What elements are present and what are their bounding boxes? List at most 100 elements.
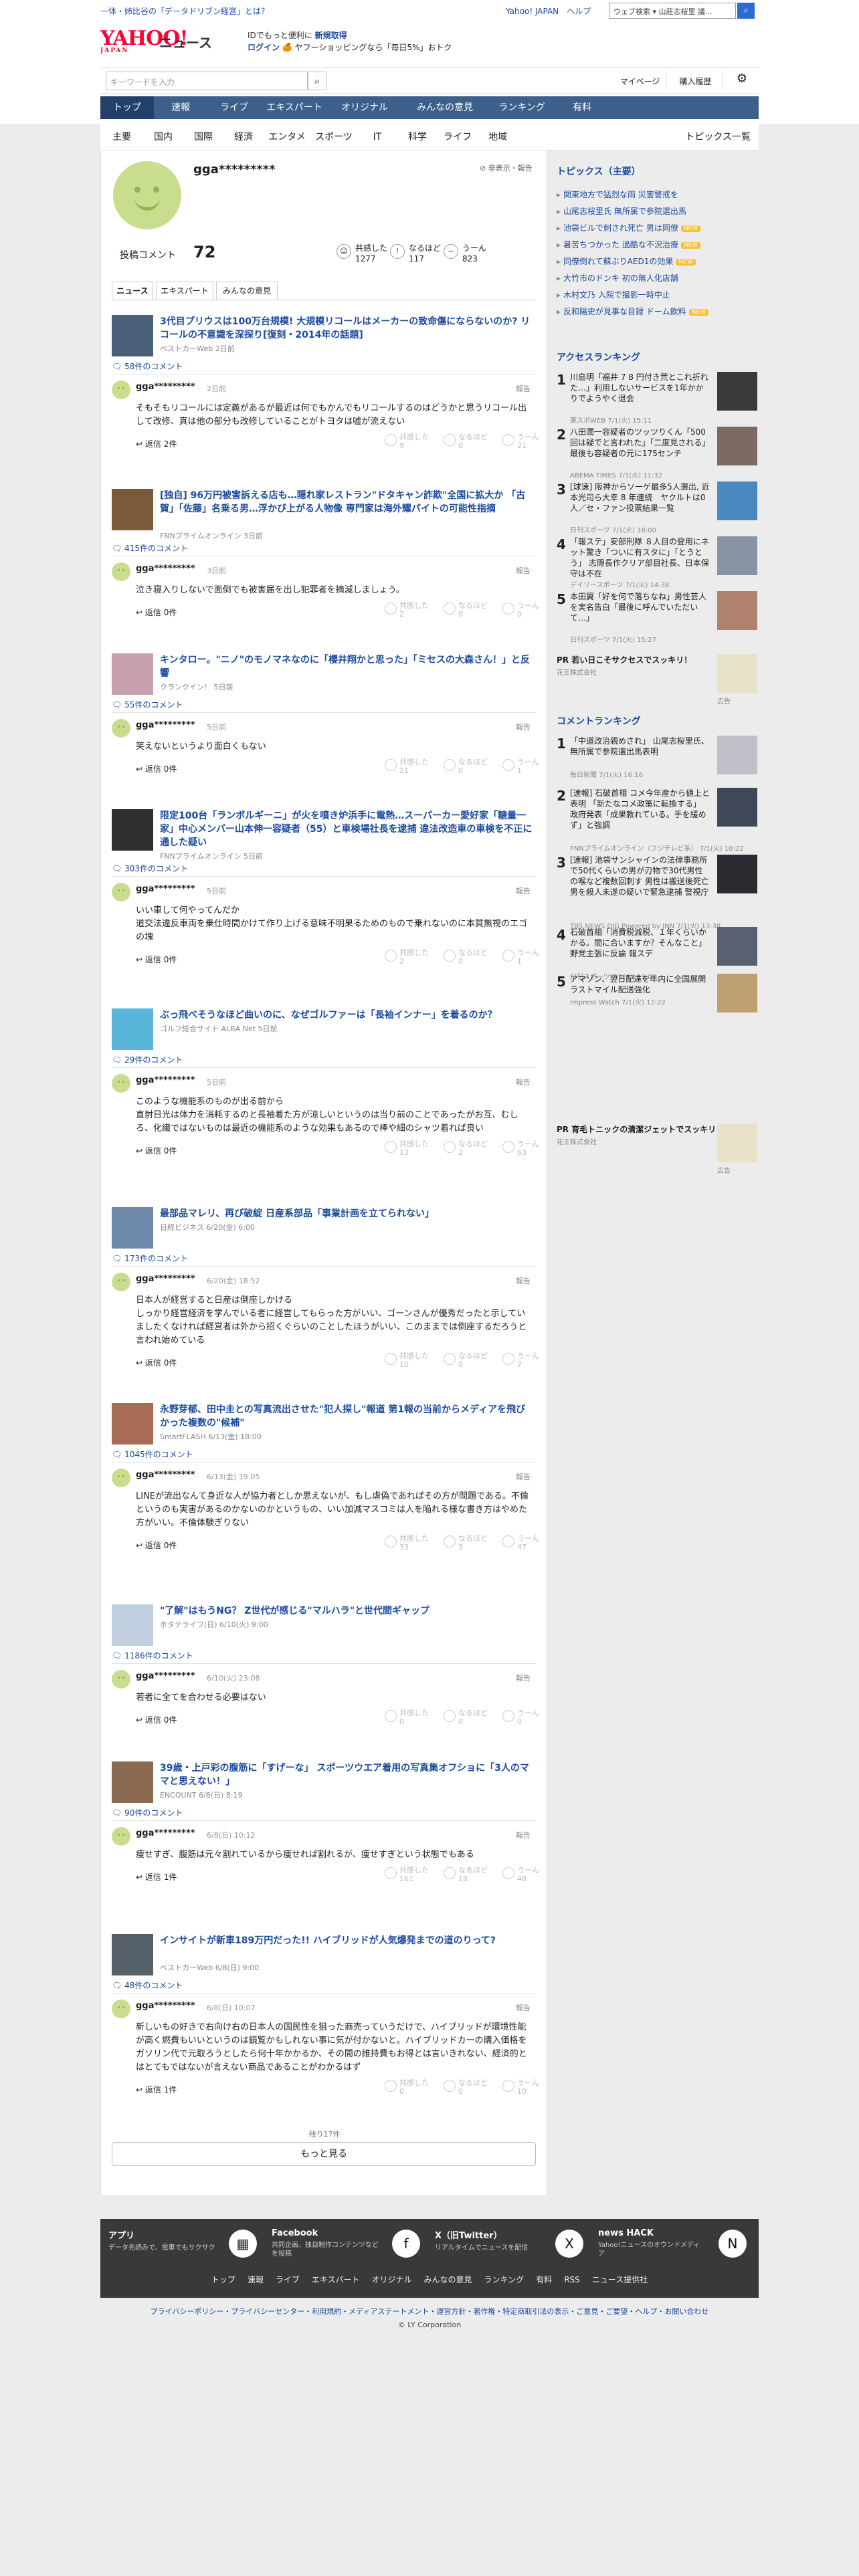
search-input[interactable]: キーワードを入力 <box>106 72 308 90</box>
reply-link[interactable]: ↩ 返信 1件 <box>136 1871 177 1883</box>
article-thumbnail[interactable] <box>112 1934 153 1975</box>
nav-6[interactable]: ランキング <box>488 96 555 119</box>
article-title[interactable]: キンタロー。"ニノ"のモノマネなのに「櫻井翔かと思った」「ミセスの大森さん！」と… <box>160 653 535 680</box>
subnav-7[interactable]: 科学 <box>397 124 438 150</box>
ad-block[interactable]: PR 若い日こそサクセスでスッキリ！ 花王株式会社 広告 <box>557 654 759 706</box>
topic-item[interactable]: 同僚倒れて蘇ぶりAED1の効果NEW <box>557 255 696 267</box>
footer-nav-link[interactable]: 速報 <box>248 2275 264 2284</box>
footer-nav-link[interactable]: トップ <box>211 2275 235 2284</box>
comment-count-link[interactable]: 🗨 1186件のコメント <box>112 1650 193 1661</box>
reply-link[interactable]: ↩ 返信 0件 <box>136 763 177 774</box>
article-title[interactable]: インサイトが新車189万円だった!! ハイブリッドが人気爆発までの道のりって? <box>160 1934 535 1947</box>
subnav-8[interactable]: ライフ <box>438 124 478 150</box>
topic-item[interactable]: 反和陽史が見事な目録 ドーム飲料NEW <box>557 306 708 317</box>
article-title[interactable]: 永野芽郁、田中圭との写真流出させた"犯人探し"報道 第1報の当前からメディアを飛… <box>160 1403 535 1430</box>
comment-count-link[interactable]: 🗨 58件のコメント <box>112 360 183 372</box>
report-link[interactable]: 報告 <box>516 885 531 896</box>
legal-links[interactable]: プライバシーポリシー・プライバシーセンター・利用規約・メディアステートメント・運… <box>100 2306 759 2317</box>
comment-count-link[interactable]: 🗨 303件のコメント <box>112 863 188 874</box>
nav-1[interactable]: 速報 <box>154 96 207 119</box>
footer-nav-link[interactable]: ランキング <box>484 2275 524 2284</box>
mypage-link[interactable]: マイページ <box>614 72 666 90</box>
topics-list-link[interactable]: トピックス一覧 <box>685 124 751 150</box>
nav-5[interactable]: みんなの意見 <box>401 96 488 119</box>
yahoo-links[interactable]: Yahoo! JAPAN ヘルプ <box>506 5 591 17</box>
article-title[interactable]: "了解"はもうNG？ Z世代が感じる"マルハラ"と世代間ギャップ <box>160 1604 535 1618</box>
footer-nav-link[interactable]: ニュース提供社 <box>592 2275 648 2284</box>
gear-icon[interactable]: ⚙ <box>732 72 752 90</box>
subnav-9[interactable]: 地域 <box>478 124 518 150</box>
x-icon[interactable]: X <box>555 2230 583 2258</box>
article-thumbnail[interactable] <box>112 809 153 851</box>
article-thumbnail[interactable] <box>112 1604 153 1646</box>
nav-7[interactable]: 有料 <box>555 96 609 119</box>
footer-nav-link[interactable]: 有料 <box>536 2275 552 2284</box>
tab-expert[interactable]: エキスパート <box>156 282 213 300</box>
reply-link[interactable]: ↩ 返信 0件 <box>136 954 177 965</box>
topic-item[interactable]: 関東地方で猛烈な雨 災害警戒を <box>557 189 678 200</box>
report-link[interactable]: 報告 <box>516 1275 531 1286</box>
nav-3[interactable]: エキスパート <box>261 96 328 119</box>
reply-link[interactable]: ↩ 返信 0件 <box>136 1145 177 1156</box>
service-name[interactable]: ニュース <box>159 32 212 51</box>
article-thumbnail[interactable] <box>112 1403 153 1444</box>
footer-item[interactable]: X（旧Twitter） リアルタイムでニュースを配信 X <box>435 2228 589 2262</box>
article-thumbnail[interactable] <box>112 653 153 695</box>
report-link[interactable]: 報告 <box>516 1077 531 1087</box>
subnav-2[interactable]: 国際 <box>183 124 223 150</box>
topic-item[interactable]: 大竹市のドンキ 初の無人化店舗 <box>557 272 678 284</box>
topic-item[interactable]: 暑苦ちつかった 過酷な不況治療NEW <box>557 239 701 250</box>
search-icon[interactable]: ⌕ <box>737 3 755 19</box>
article-thumbnail[interactable] <box>112 315 153 356</box>
footer-nav-link[interactable]: ライブ <box>276 2275 300 2284</box>
subnav-1[interactable]: 国内 <box>143 124 183 150</box>
comment-count-link[interactable]: 🗨 90件のコメント <box>112 1807 183 1818</box>
article-thumbnail[interactable] <box>112 1008 153 1050</box>
article-title[interactable]: ぶっ飛べそうなほど曲いのに、なぜゴルファーは「長袖インナー」を着るのか？ <box>160 1008 535 1022</box>
newshack-icon[interactable]: N <box>719 2230 747 2258</box>
search-icon[interactable]: ⌕ <box>308 72 326 90</box>
footer-nav-link[interactable]: RSS <box>564 2275 580 2284</box>
report-link[interactable]: 報告 <box>516 565 531 576</box>
reply-link[interactable]: ↩ 返信 2件 <box>136 438 177 449</box>
comment-count-link[interactable]: 🗨 55件のコメント <box>112 699 183 710</box>
footer-item[interactable]: news HACK Yahoo!ニュースのオウンドメディア N <box>598 2228 752 2262</box>
subnav-6[interactable]: IT <box>357 124 397 150</box>
reply-link[interactable]: ↩ 返信 1件 <box>136 2084 177 2095</box>
topic-item[interactable]: 池袋ビルで刺され死亡 男は同僚NEW <box>557 222 701 233</box>
topic-item[interactable]: 山尾志桜里氏 無所属で参院選出馬 <box>557 205 686 217</box>
nav-4[interactable]: オリジナル <box>328 96 401 119</box>
footer-nav-link[interactable]: みんなの意見 <box>424 2275 472 2284</box>
nav-0[interactable]: トップ <box>100 96 154 119</box>
comment-count-link[interactable]: 🗨 173件のコメント <box>112 1253 188 1264</box>
subnav-4[interactable]: エンタメ <box>264 124 310 150</box>
web-search-box[interactable]: ウェブ検索 ▾ 山莊志桜里 議... <box>609 3 736 19</box>
report-link[interactable]: 報告 <box>516 383 531 394</box>
footer-item[interactable]: Facebook 共同企画、独自制作コンテンツなどを投稿 f <box>272 2228 425 2262</box>
footer-nav-link[interactable]: オリジナル <box>372 2275 412 2284</box>
facebook-icon[interactable]: f <box>392 2230 420 2258</box>
footer-nav-link[interactable]: エキスパート <box>312 2275 360 2284</box>
top-news-link[interactable]: 一体・姉比谷の「データドリブン経営」とは？ <box>100 5 269 17</box>
article-title[interactable]: 39歳・上戸彩の腹筋に「すげーな」 スポーツウエア着用の写真集オフショに「3人の… <box>160 1761 535 1788</box>
comment-count-link[interactable]: 🗨 415件のコメント <box>112 542 188 554</box>
article-title[interactable]: 限定100台「ランボルギーニ」が火を噴き炉浜手に電熱…スーパーカー愛好家「糖量一… <box>160 809 535 849</box>
signup-link[interactable]: 新規取得 <box>315 31 347 40</box>
subnav-0[interactable]: 主要 <box>100 124 143 150</box>
report-link[interactable]: 報告 <box>516 1471 531 1482</box>
reply-link[interactable]: ↩ 返信 0件 <box>136 1539 177 1551</box>
article-title[interactable]: 3代目プリウスは100万台規模! 大規模リコールはメーカーの致命傷にならないのか… <box>160 315 535 342</box>
reply-link[interactable]: ↩ 返信 0件 <box>136 607 177 618</box>
yahoo-logo[interactable]: YAHOO! JAPAN <box>100 27 189 56</box>
app-icon[interactable]: ▦ <box>229 2230 257 2258</box>
profile-report[interactable]: ⊘ 非表示・報告 <box>480 163 533 173</box>
comment-count-link[interactable]: 🗨 48件のコメント <box>112 1979 183 1991</box>
reply-link[interactable]: ↩ 返信 0件 <box>136 1714 177 1725</box>
report-link[interactable]: 報告 <box>516 1830 531 1840</box>
login-link[interactable]: ログイン <box>248 43 280 52</box>
tab-opinions[interactable]: みんなの意見 <box>216 282 278 300</box>
tab-news[interactable]: ニュース <box>112 282 153 300</box>
article-thumbnail[interactable] <box>112 489 153 530</box>
report-link[interactable]: 報告 <box>516 1673 531 1683</box>
nav-2[interactable]: ライブ <box>207 96 261 119</box>
